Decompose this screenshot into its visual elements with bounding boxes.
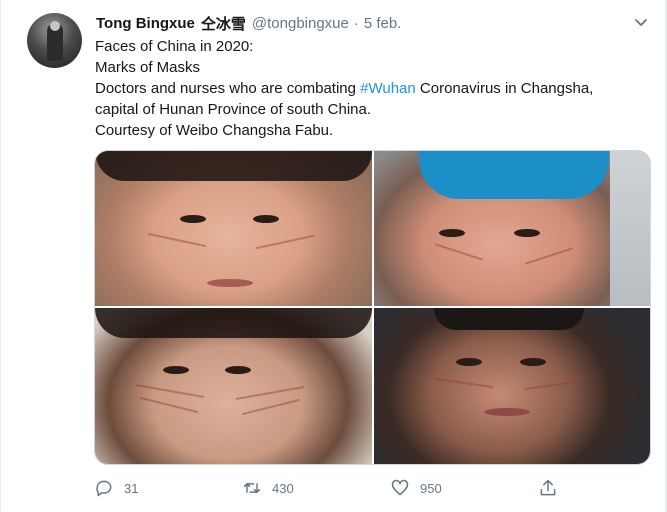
media-grid (94, 150, 651, 465)
like-count: 950 (420, 480, 442, 496)
share-button[interactable] (538, 476, 568, 500)
like-button[interactable]: 950 (390, 476, 442, 500)
eye-shape (180, 215, 206, 223)
photo-doctor[interactable] (374, 308, 650, 464)
mask-mark (147, 232, 207, 248)
retweet-icon (243, 483, 261, 493)
mask-mark (255, 234, 315, 250)
retweet-button[interactable]: 430 (242, 476, 294, 500)
tweet-text-line-3-end: Coronavirus in Changsha, (415, 80, 594, 97)
chevron-down-icon[interactable] (631, 12, 651, 32)
separator-dot: · (353, 14, 359, 32)
photo-nurse-2[interactable] (374, 151, 650, 306)
mask-mark (434, 377, 494, 389)
tweet-header: Tong Bingxue 仝冰雪 @tongbingxue · 5 feb. (96, 12, 401, 34)
eye-shape (520, 358, 546, 366)
eye-shape (439, 229, 465, 237)
surgical-cap (419, 151, 609, 199)
heart-icon (391, 479, 409, 496)
hair-shape (95, 308, 372, 338)
mask-mark (241, 398, 301, 416)
tweet-text-line-4: capital of Hunan Province of south China… (95, 101, 371, 118)
hair-shape (434, 308, 584, 330)
eye-shape (253, 215, 279, 223)
reply-count: 31 (124, 480, 139, 496)
reply-icon (96, 480, 112, 497)
timeline-left-border (0, 0, 1, 512)
tweet-text-line-2: Marks of Masks (95, 59, 201, 76)
share-icon (540, 479, 556, 496)
author-name[interactable]: Tong Bingxue (96, 15, 195, 32)
eye-shape (514, 229, 540, 237)
tweet-text-line-5: Courtesy of Weibo Changsha Fabu. (95, 122, 334, 139)
mask-mark (235, 385, 305, 401)
tweet-text: Faces of China in 2020: Marks of Masks D… (95, 36, 655, 141)
hair-shape (95, 151, 372, 181)
mouth-shape (207, 279, 253, 287)
mask-mark (524, 379, 584, 391)
mask-mark (135, 383, 205, 399)
author-handle[interactable]: @tongbingxue (252, 15, 349, 32)
hashtag-link[interactable]: #Wuhan (360, 80, 416, 97)
mask-mark (139, 396, 199, 414)
reply-button[interactable]: 31 (94, 476, 138, 500)
tweet-date[interactable]: 5 feb. (364, 15, 402, 32)
avatar-head (50, 21, 60, 31)
tweet-actions: 31 430 950 (94, 476, 654, 500)
tweet-text-line-3: Doctors and nurses who are combating #Wu… (95, 78, 655, 99)
eye-shape (163, 366, 189, 374)
eye-shape (225, 366, 251, 374)
mask-mark (524, 247, 574, 265)
background-shelf (610, 151, 650, 306)
photo-nurse-3[interactable] (95, 308, 372, 464)
avatar[interactable] (27, 13, 82, 68)
author-name-chinese[interactable]: 仝冰雪 (201, 13, 246, 34)
mask-mark (434, 243, 484, 261)
retweet-count: 430 (272, 480, 294, 496)
tweet-text-line-1: Faces of China in 2020: (95, 38, 254, 55)
mouth-shape (484, 408, 530, 416)
tweet-text-line-3-start: Doctors and nurses who are combating (95, 80, 361, 97)
eye-shape (456, 358, 482, 366)
tweet-card[interactable]: Tong Bingxue 仝冰雪 @tongbingxue · 5 feb. F… (0, 0, 667, 512)
photo-nurse-1[interactable] (95, 151, 372, 306)
